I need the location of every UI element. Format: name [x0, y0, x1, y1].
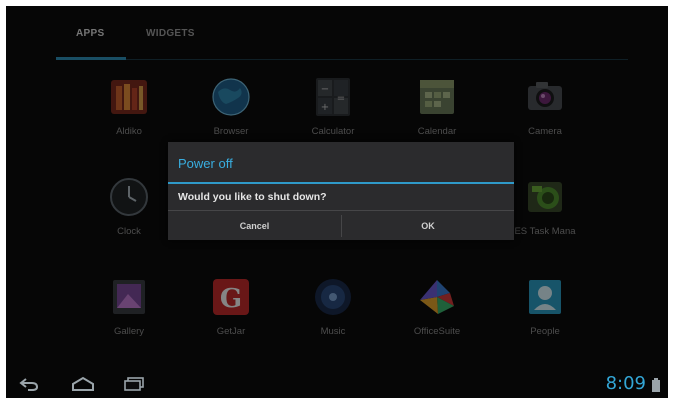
- app-label: Aldiko: [116, 126, 142, 137]
- calculator-icon: − + =: [316, 78, 350, 116]
- dialog-title: Power off: [178, 156, 233, 171]
- cancel-button[interactable]: Cancel: [168, 211, 341, 241]
- svg-text:+: +: [321, 102, 329, 113]
- dialog-button-bar: Cancel OK: [168, 210, 514, 241]
- getjar-icon: G: [213, 279, 249, 315]
- status-clock: 8:09: [605, 373, 646, 394]
- people-icon: [529, 280, 561, 314]
- app-label: People: [530, 326, 560, 337]
- tab-apps-indicator: [56, 57, 126, 60]
- app-people[interactable]: People: [500, 276, 590, 356]
- svg-text:=: =: [337, 93, 345, 104]
- app-label: Calculator: [311, 126, 355, 137]
- battery-icon: [652, 378, 660, 392]
- app-aldiko[interactable]: Aldiko: [84, 76, 174, 156]
- app-label: GetJar: [216, 326, 246, 337]
- globe-icon: [212, 78, 250, 116]
- recents-icon[interactable]: [122, 376, 146, 392]
- dialog-title-divider: [168, 182, 514, 184]
- tab-apps[interactable]: APPS: [76, 28, 104, 39]
- gallery-icon: [113, 280, 145, 314]
- dialog-message: Would you like to shut down?: [178, 191, 327, 203]
- app-label: OfficeSuite: [413, 326, 461, 337]
- app-label: Music: [320, 326, 346, 337]
- android-screen: APPS WIDGETS Aldiko Browser − + = Calcul…: [6, 6, 668, 398]
- tab-widgets[interactable]: WIDGETS: [146, 28, 195, 39]
- clock-icon: [110, 178, 148, 216]
- aldiko-icon: [111, 80, 147, 114]
- app-label: Gallery: [113, 326, 145, 337]
- power-off-dialog: Power off Would you like to shut down? C…: [168, 142, 514, 240]
- app-getjar[interactable]: G GetJar: [186, 276, 276, 356]
- app-music[interactable]: Music: [288, 276, 378, 356]
- calendar-icon: [420, 80, 454, 114]
- app-clock[interactable]: Clock: [84, 176, 174, 256]
- officesuite-icon: [420, 280, 454, 314]
- music-icon: [315, 279, 351, 315]
- ok-button[interactable]: OK: [342, 211, 514, 241]
- app-officesuite[interactable]: OfficeSuite: [392, 276, 482, 356]
- camera-icon: [528, 82, 562, 110]
- tab-divider: [56, 59, 628, 60]
- system-bar: 8:09: [6, 370, 668, 398]
- app-drawer-tabs: APPS WIDGETS: [6, 6, 668, 60]
- svg-text:G: G: [220, 284, 242, 314]
- svg-text:−: −: [321, 84, 329, 95]
- home-icon[interactable]: [70, 376, 96, 392]
- app-label: Clock: [117, 226, 141, 237]
- app-label: Browser: [213, 126, 249, 137]
- task-manager-icon: [528, 182, 562, 212]
- app-gallery[interactable]: Gallery: [84, 276, 174, 356]
- back-icon[interactable]: [18, 376, 40, 392]
- app-label: Calendar: [417, 126, 457, 137]
- app-label: Camera: [528, 126, 562, 137]
